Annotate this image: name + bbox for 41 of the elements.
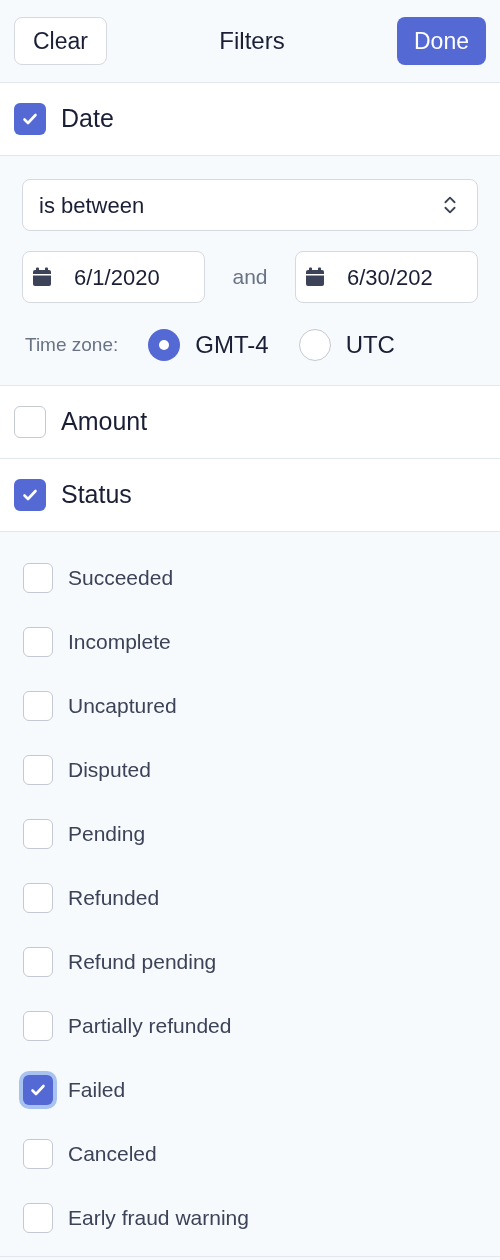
status-option-label: Disputed bbox=[68, 757, 151, 784]
calendar-icon bbox=[305, 267, 325, 287]
calendar-icon bbox=[32, 267, 52, 287]
checkbox[interactable] bbox=[23, 563, 53, 593]
status-option-label: Uncaptured bbox=[68, 693, 177, 720]
clear-button[interactable]: Clear bbox=[14, 17, 107, 65]
checkbox[interactable] bbox=[23, 755, 53, 785]
done-button[interactable]: Done bbox=[397, 17, 486, 65]
checkbox[interactable] bbox=[23, 1139, 53, 1169]
checkbox[interactable] bbox=[23, 1203, 53, 1233]
status-option-label: Canceled bbox=[68, 1141, 157, 1168]
checkbox[interactable] bbox=[23, 627, 53, 657]
checkbox[interactable] bbox=[23, 691, 53, 721]
end-date-field[interactable]: 6/30/202 bbox=[295, 251, 478, 303]
time-zone-option: GMT-4 bbox=[195, 327, 269, 363]
filter-label: Status bbox=[61, 479, 132, 511]
radio-button[interactable] bbox=[148, 329, 181, 361]
checkbox[interactable] bbox=[23, 1011, 53, 1041]
and-label: and bbox=[231, 264, 269, 291]
status-option-label: Pending bbox=[68, 821, 146, 848]
checkbox[interactable] bbox=[23, 883, 53, 913]
filter-label: Date bbox=[61, 103, 114, 135]
status-option-label: Incomplete bbox=[68, 629, 171, 656]
status-option-label: Failed bbox=[68, 1077, 126, 1104]
checkbox[interactable] bbox=[23, 947, 53, 977]
filters-title: Filters bbox=[219, 26, 285, 56]
start-date-field[interactable]: 6/1/2020 bbox=[22, 251, 205, 303]
checkbox[interactable] bbox=[14, 103, 46, 135]
status-option-label: Partially refunded bbox=[68, 1013, 232, 1040]
checkbox[interactable] bbox=[23, 819, 53, 849]
checkbox[interactable] bbox=[14, 479, 46, 511]
status-option-label: Refund pending bbox=[68, 949, 217, 976]
status-option-label: Refunded bbox=[68, 885, 160, 912]
status-option-label: Succeeded bbox=[68, 565, 174, 592]
status-option-label: Early fraud warning bbox=[68, 1205, 249, 1232]
filter-label: Amount bbox=[61, 406, 148, 438]
radio-button[interactable] bbox=[298, 329, 331, 361]
checkbox[interactable] bbox=[14, 406, 46, 438]
time-zone-option: UTC bbox=[345, 327, 395, 363]
operator-select[interactable]: is between bbox=[22, 179, 478, 231]
time-zone-label: Time zone: bbox=[25, 332, 119, 357]
